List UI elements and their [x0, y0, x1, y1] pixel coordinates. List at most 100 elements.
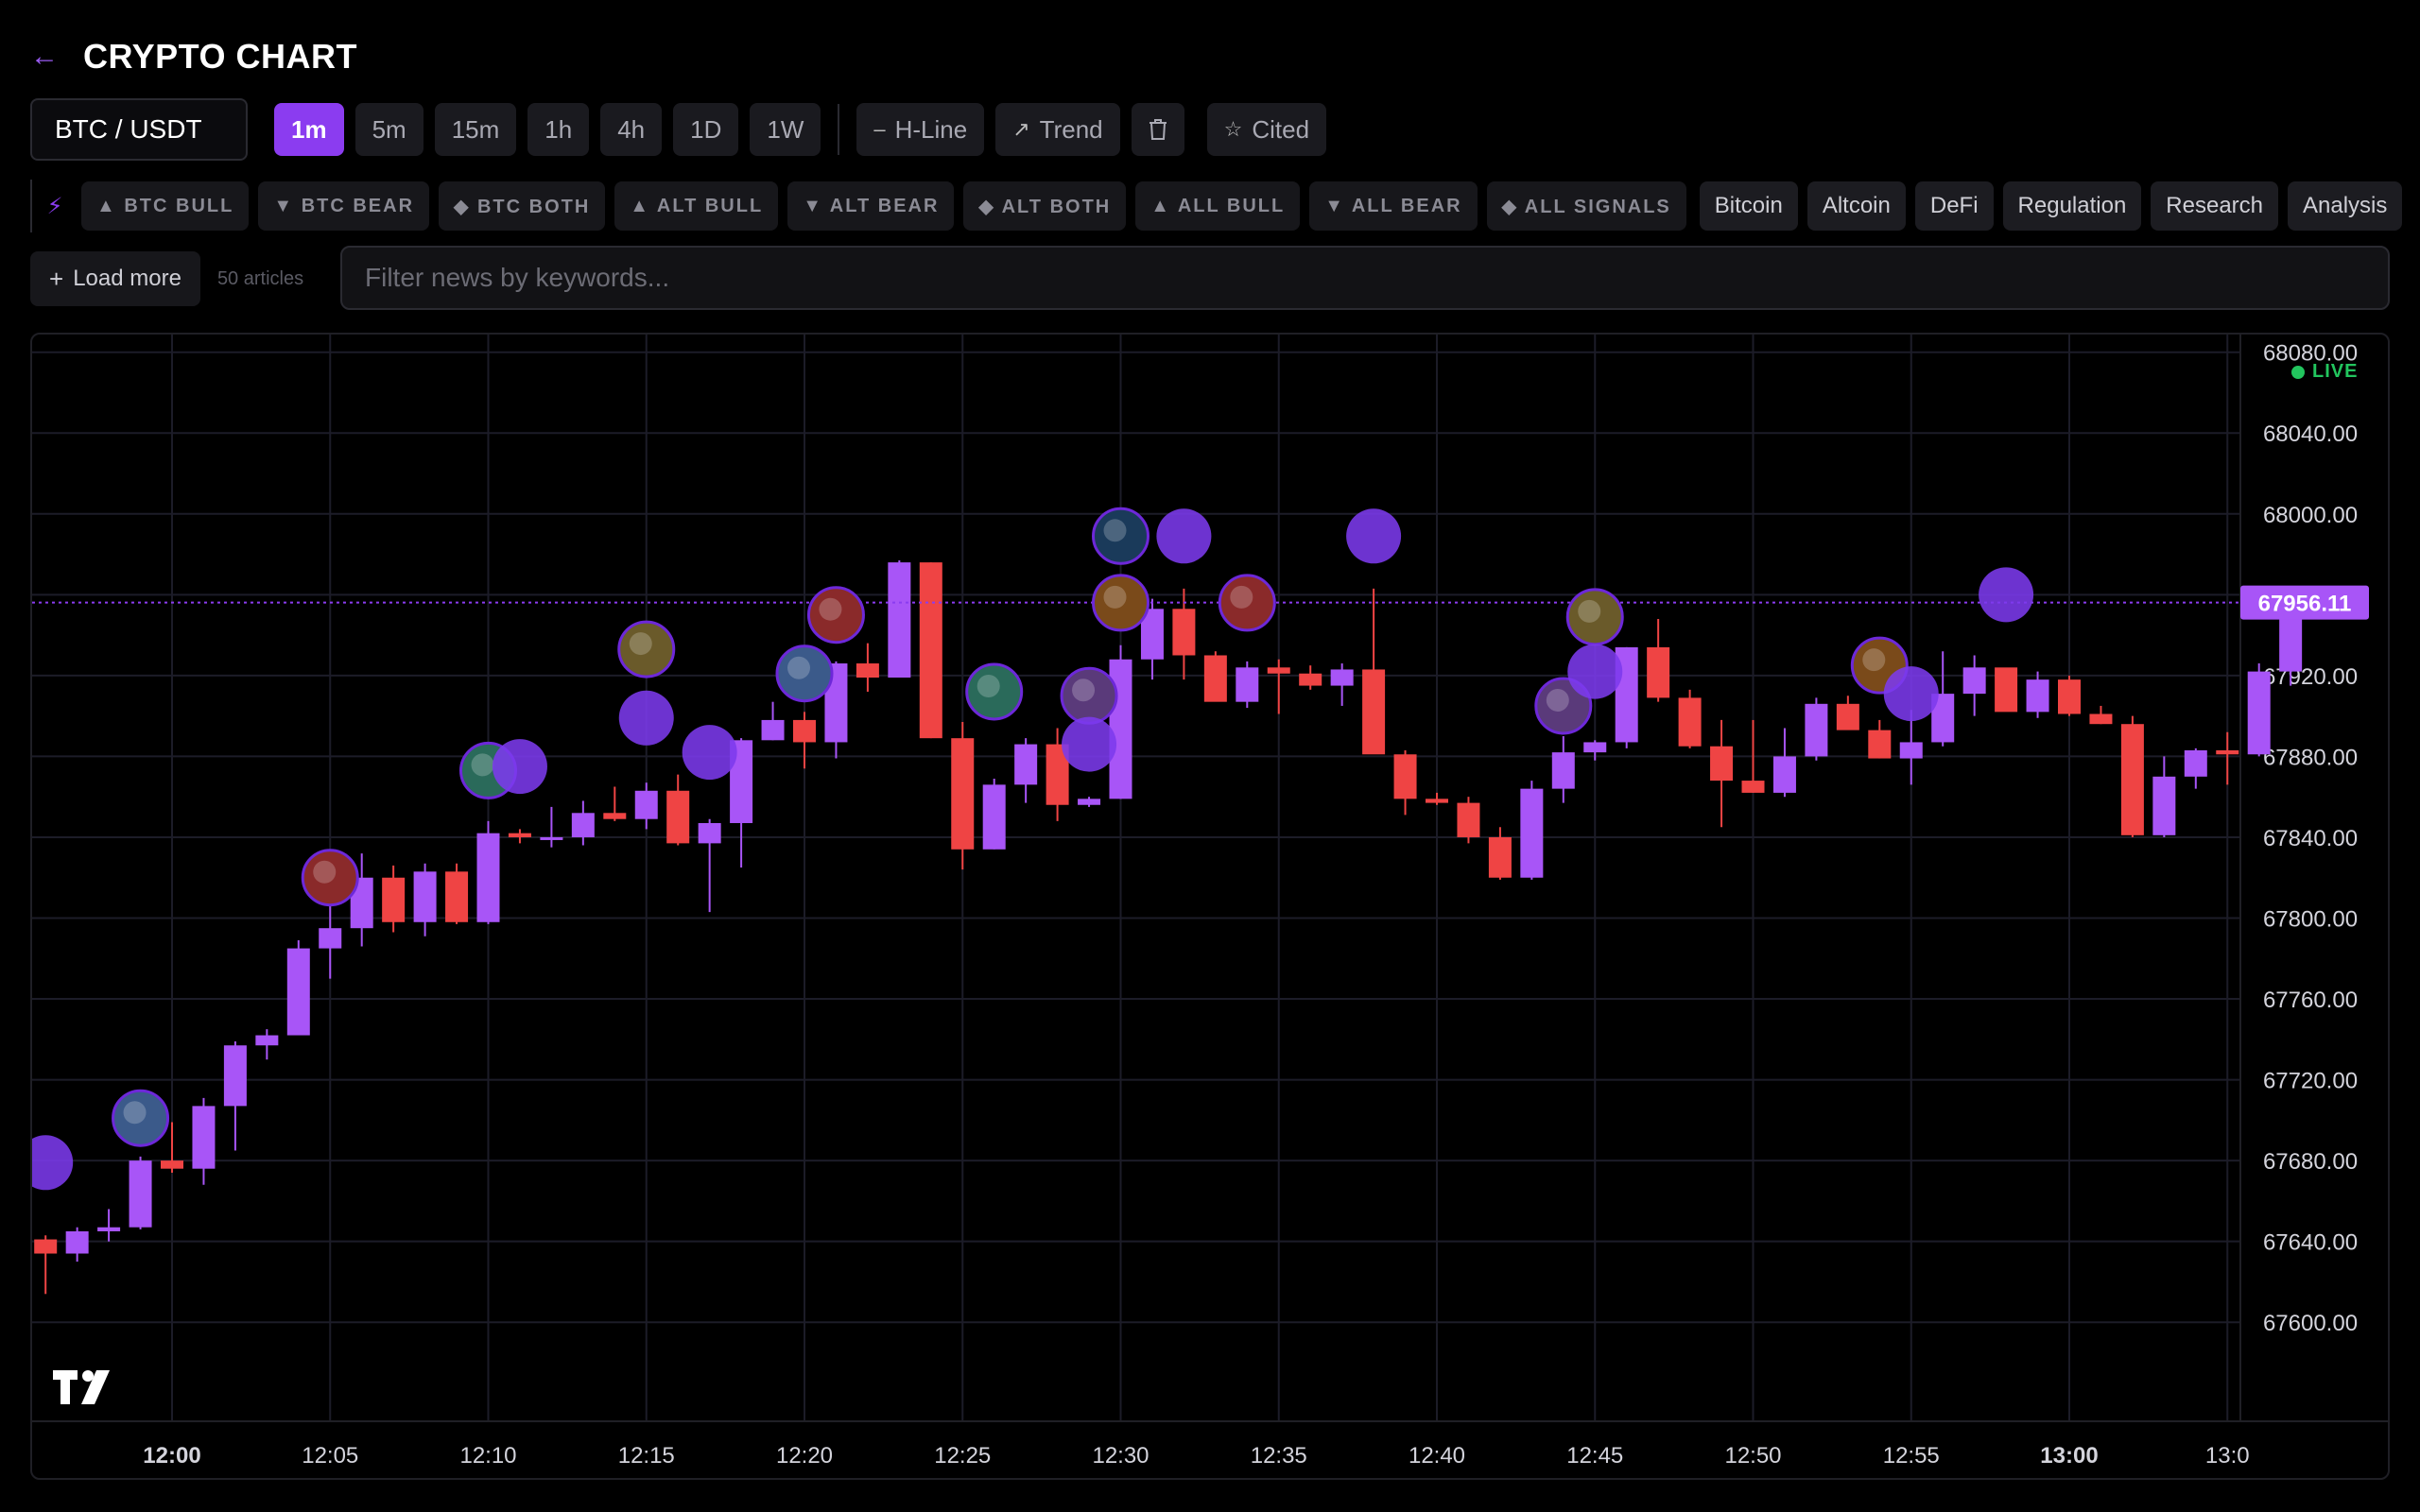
candle-body[interactable] — [1647, 646, 1670, 698]
news-filter-input[interactable] — [340, 246, 2390, 310]
candle-body[interactable] — [1551, 752, 1575, 789]
news-marker[interactable] — [32, 1135, 74, 1191]
candle-body[interactable] — [1362, 669, 1386, 755]
candle-body[interactable] — [540, 836, 563, 840]
news-marker[interactable] — [1567, 644, 1623, 699]
candle-body[interactable] — [634, 790, 658, 819]
candle-body[interactable] — [1741, 781, 1765, 793]
timeframe-4h[interactable]: 4h — [600, 103, 663, 156]
candle-body[interactable] — [1583, 742, 1607, 753]
candle-body[interactable] — [129, 1160, 152, 1228]
candle-body[interactable] — [1710, 746, 1734, 782]
category-chip-defi[interactable]: DeFi — [1914, 181, 1994, 231]
candle-body[interactable] — [2026, 679, 2049, 713]
timeframe-5m[interactable]: 5m — [354, 103, 424, 156]
signal-chip[interactable]: ◆ ALT BOTH — [963, 181, 1127, 231]
candle-body[interactable] — [445, 871, 469, 922]
candle-body[interactable] — [413, 871, 437, 922]
candle-body[interactable] — [97, 1227, 121, 1231]
news-marker[interactable] — [1346, 508, 1402, 564]
load-more-button[interactable]: + Load more — [30, 251, 200, 306]
timeframe-1m[interactable]: 1m — [274, 103, 344, 156]
candle-body[interactable] — [2089, 713, 2113, 725]
symbol-selector[interactable]: BTC / USDT — [30, 98, 248, 161]
candle-body[interactable] — [951, 738, 975, 850]
candle-body[interactable] — [1078, 799, 1101, 805]
candle-body[interactable] — [1805, 703, 1828, 757]
candle-body[interactable] — [1299, 673, 1322, 686]
candle-body[interactable] — [1457, 802, 1480, 837]
category-chip-research[interactable]: Research — [2151, 181, 2279, 231]
arrow-left-icon[interactable]: ← — [30, 42, 60, 72]
news-marker[interactable] — [1883, 666, 1939, 722]
candle-body[interactable] — [1488, 836, 1512, 878]
news-marker[interactable] — [1062, 716, 1117, 772]
candle-body[interactable] — [1267, 667, 1290, 674]
candle-body[interactable] — [1962, 667, 1986, 695]
candle-body[interactable] — [65, 1230, 89, 1254]
timeframe-1h[interactable]: 1h — [527, 103, 590, 156]
news-marker[interactable] — [1979, 567, 2034, 623]
category-chip-analysis[interactable]: Analysis — [2288, 181, 2403, 231]
candle-body[interactable] — [793, 719, 816, 743]
hline-button[interactable]: – H-Line — [856, 103, 985, 156]
candle-body[interactable] — [856, 663, 879, 679]
candle-body[interactable] — [319, 928, 342, 949]
news-marker[interactable] — [1156, 508, 1212, 564]
signal-chip[interactable]: ◆ ALL SIGNALS — [1486, 181, 1686, 231]
timeframe-1d[interactable]: 1D — [673, 103, 739, 156]
candle-body[interactable] — [2216, 750, 2239, 755]
candle-body[interactable] — [192, 1106, 216, 1169]
candle-body[interactable] — [761, 719, 785, 741]
candle-body[interactable] — [161, 1160, 183, 1169]
cited-button[interactable]: ☆ Cited — [1206, 103, 1327, 156]
candle-body[interactable] — [698, 822, 721, 844]
news-marker[interactable] — [682, 725, 737, 781]
candle-body[interactable] — [255, 1035, 279, 1046]
candle-body[interactable] — [1203, 655, 1227, 702]
candle-body[interactable] — [1330, 669, 1354, 686]
candle-body[interactable] — [1995, 667, 2018, 713]
lightning-icon[interactable]: ⚡︎ — [38, 193, 72, 220]
candle-body[interactable] — [666, 790, 690, 844]
candle-body[interactable] — [603, 813, 627, 819]
candle-body[interactable] — [2120, 724, 2144, 835]
timeframe-1w[interactable]: 1W — [750, 103, 821, 156]
candle-body[interactable] — [1868, 730, 1892, 759]
signal-chip[interactable]: ▲ ALT BULL — [614, 181, 779, 231]
signal-chip[interactable]: ▼ ALT BEAR — [787, 181, 955, 231]
signal-chip[interactable]: ▼ ALL BEAR — [1309, 181, 1478, 231]
candle-body[interactable] — [2247, 671, 2271, 755]
candle-body[interactable] — [508, 833, 531, 837]
candle-body[interactable] — [1899, 742, 1923, 759]
signal-chip[interactable]: ▼ BTC BEAR — [258, 181, 430, 231]
news-marker[interactable] — [618, 690, 674, 746]
candle-body[interactable] — [34, 1239, 58, 1254]
candle-body[interactable] — [982, 784, 1006, 850]
candle-body[interactable] — [1014, 744, 1038, 785]
category-chip-altcoin[interactable]: Altcoin — [1806, 181, 1906, 231]
candlestick-chart[interactable]: 68080.0068040.0068000.0067960.0067920.00… — [32, 335, 2390, 1480]
candle-body[interactable] — [1772, 756, 1796, 793]
candle-body[interactable] — [888, 562, 911, 679]
candle-body[interactable] — [1426, 799, 1448, 803]
candle-body[interactable] — [919, 562, 942, 739]
candle-body[interactable] — [223, 1045, 247, 1107]
candle-body[interactable] — [1393, 754, 1417, 799]
candle-body[interactable] — [2152, 776, 2176, 835]
candle-body[interactable] — [1236, 667, 1259, 702]
candle-body[interactable] — [1836, 703, 1859, 730]
trend-button[interactable]: ↗ Trend — [995, 103, 1120, 156]
signal-chip[interactable]: ▲ ALL BULL — [1135, 181, 1301, 231]
category-chip-regulation[interactable]: Regulation — [2002, 181, 2142, 231]
signal-chip[interactable]: ◆ BTC BOTH — [439, 181, 606, 231]
candle-body[interactable] — [476, 833, 500, 922]
news-marker[interactable] — [492, 739, 547, 795]
candle-body[interactable] — [286, 948, 310, 1036]
candle-body[interactable] — [571, 813, 595, 837]
candle-body[interactable] — [2184, 750, 2207, 777]
signal-chip[interactable]: ▲ BTC BULL — [81, 181, 250, 231]
candle-body[interactable] — [2058, 679, 2081, 714]
delete-button[interactable] — [1131, 103, 1184, 156]
price-chart[interactable]: 68080.0068040.0068000.0067960.0067920.00… — [30, 333, 2390, 1480]
